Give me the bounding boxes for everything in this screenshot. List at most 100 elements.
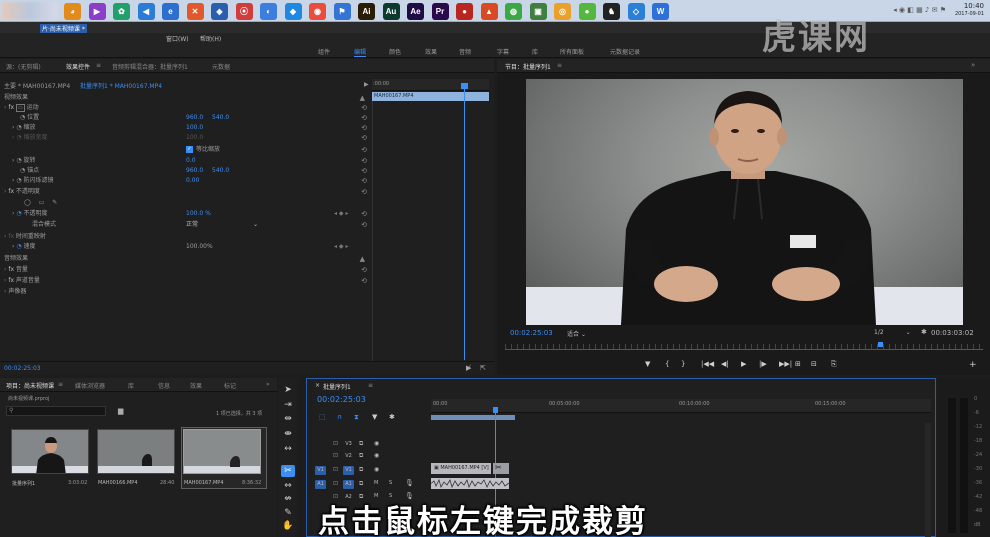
- taskbar-app-icon[interactable]: ◕: [64, 3, 81, 20]
- project-item-thumb[interactable]: [11, 429, 89, 474]
- slip-tool-icon[interactable]: ⇔: [281, 480, 295, 492]
- taskbar-app-icon[interactable]: Ae: [407, 3, 424, 20]
- taskbar-app-icon[interactable]: ◉: [309, 3, 326, 20]
- reset-icon[interactable]: ⟲: [361, 103, 367, 113]
- tab-sequence[interactable]: 批量序列1: [323, 382, 351, 391]
- timeline-settings-icon[interactable]: ✱: [389, 413, 395, 421]
- taskbar-app-icon[interactable]: ◀: [137, 3, 155, 20]
- taskbar-app-icon[interactable]: ●: [456, 3, 473, 20]
- tab-program-monitor[interactable]: 节目：批量序列1: [505, 62, 551, 71]
- workspace-libraries[interactable]: 库: [532, 47, 538, 56]
- export-icon[interactable]: ⇱: [480, 364, 486, 372]
- taskbar-app-icon[interactable]: ◇: [627, 3, 645, 20]
- mark-in-icon[interactable]: {: [665, 360, 669, 368]
- new-bin-icon[interactable]: ▆: [118, 407, 123, 415]
- rate-stretch-tool-icon[interactable]: ↔: [281, 443, 295, 455]
- reset-icon[interactable]: ⟲: [361, 220, 367, 230]
- workspace-audio[interactable]: 音频: [459, 47, 471, 56]
- taskbar-app-icon[interactable]: ◐: [260, 3, 277, 20]
- pen-mask-icon[interactable]: ✎: [52, 199, 57, 206]
- effect-timecode[interactable]: 00:02:25:03: [4, 365, 41, 372]
- rotation-row[interactable]: › ◔ 旋转 0.0 ⟲: [4, 156, 369, 166]
- lock-icon[interactable]: ⊡: [333, 480, 338, 487]
- sync-lock-icon[interactable]: ⧉: [359, 452, 363, 460]
- taskbar-app-icon[interactable]: ◈: [211, 3, 228, 20]
- taskbar-app-icon[interactable]: ⦿: [235, 3, 253, 20]
- timeline-scrollbar[interactable]: [925, 423, 931, 537]
- taskbar-app-icon[interactable]: ▲: [480, 3, 498, 20]
- track-header[interactable]: ⊡ V3 ⧉ ◉: [307, 439, 429, 450]
- video-clip-trimmed-area[interactable]: ✂: [493, 463, 509, 474]
- track-name[interactable]: V2: [343, 452, 354, 461]
- taskbar-app-icon[interactable]: ▶: [88, 3, 106, 20]
- program-playhead[interactable]: [878, 342, 883, 347]
- lock-icon[interactable]: ⊡: [333, 440, 338, 447]
- taskbar-app-icon[interactable]: ▣: [529, 3, 547, 20]
- taskbar-app-icon[interactable]: ◆: [284, 3, 302, 20]
- menu-help[interactable]: 帮助(H): [200, 34, 221, 43]
- blend-mode-row[interactable]: 混合模式 正常 ⌄ ⟲: [4, 220, 369, 230]
- track-header[interactable]: ⊡ V2 ⧉ ◉: [307, 451, 429, 462]
- play-clip-icon[interactable]: ▶: [364, 81, 369, 88]
- ellipse-mask-icon[interactable]: ◯: [24, 199, 31, 206]
- reset-icon[interactable]: ⟲: [361, 265, 367, 275]
- position-row[interactable]: ◔ 位置 960.0 540.0 ⟲: [4, 113, 369, 123]
- lock-icon[interactable]: ⊡: [333, 452, 338, 459]
- source-patch-v1[interactable]: V1: [315, 466, 326, 475]
- eye-icon[interactable]: ◉: [374, 452, 379, 459]
- effect-clip-bar[interactable]: MAH00167.MP4: [372, 92, 489, 101]
- opacity-group[interactable]: › fx 不透明度 ⟲: [4, 187, 369, 197]
- reset-icon[interactable]: ⟲: [361, 166, 367, 176]
- tab-audio-clip-mixer[interactable]: 音频剪辑混合器：批量序列1: [112, 62, 188, 71]
- ripple-edit-tool-icon[interactable]: ⇹: [281, 413, 295, 425]
- track-header[interactable]: A1 ⊡ A1 ⧉ M S 🎙︎: [307, 479, 429, 490]
- anchor-x-value[interactable]: 960.0: [186, 166, 203, 176]
- taskbar-app-icon[interactable]: Au: [382, 3, 400, 20]
- program-timecode[interactable]: 00:02:25:03: [510, 329, 553, 337]
- selection-tool-icon[interactable]: ➤: [281, 384, 295, 396]
- taskbar-app-icon[interactable]: ●: [578, 3, 596, 20]
- panel-expand-icon[interactable]: »: [266, 381, 270, 388]
- hand-tool-icon[interactable]: ✋: [281, 520, 295, 532]
- sequence-clip-label[interactable]: 批量序列1 * MAH00167.MP4: [80, 81, 162, 90]
- mute-button[interactable]: M: [374, 480, 378, 486]
- workspace-editing[interactable]: 编辑: [354, 47, 367, 57]
- solo-button[interactable]: S: [389, 480, 392, 486]
- taskbar-app-icon[interactable]: Ai: [358, 3, 375, 20]
- taskbar-app-icon[interactable]: ◎: [554, 3, 571, 20]
- project-item-thumb[interactable]: [97, 429, 175, 474]
- resolution-dropdown[interactable]: 1/2 ⌄: [874, 329, 911, 336]
- position-y-value[interactable]: 540.0: [212, 113, 229, 123]
- track-header[interactable]: V1 ⊡ V1 ⧉ ◉: [307, 465, 429, 476]
- add-marker-icon[interactable]: ▼: [645, 360, 650, 368]
- track-select-tool-icon[interactable]: ⇥: [281, 399, 295, 411]
- taskbar-app-icon[interactable]: ⚑: [333, 3, 351, 20]
- snap-icon[interactable]: ∩: [337, 413, 342, 421]
- reset-icon[interactable]: ⟲: [361, 156, 367, 166]
- sync-lock-icon[interactable]: ⧉: [359, 466, 363, 474]
- linked-selection-icon[interactable]: ⧗: [354, 413, 359, 422]
- speed-row[interactable]: › ◔ 速度 100.00% ◂ ◆ ▸: [4, 242, 369, 252]
- go-to-in-icon[interactable]: |◀◀: [701, 360, 714, 368]
- rectangle-mask-icon[interactable]: ▭: [39, 199, 45, 206]
- program-video-frame[interactable]: [526, 79, 963, 325]
- channel-volume-group[interactable]: › fx 声道音量 ⟲: [4, 276, 369, 286]
- workspace-assembly[interactable]: 组件: [318, 47, 330, 56]
- scale-row[interactable]: › ◔ 缩放 100.0 ⟲: [4, 123, 369, 133]
- video-clip[interactable]: ▣ MAH00167.MP4 [V]: [431, 463, 491, 474]
- effect-keyframe-area[interactable]: [372, 101, 489, 361]
- fit-dropdown[interactable]: 适合 ⌄: [567, 329, 586, 338]
- project-search-input[interactable]: ⚲: [6, 406, 106, 416]
- anchor-y-value[interactable]: 540.0: [212, 166, 229, 176]
- tab-source[interactable]: 源：(无剪辑): [6, 62, 41, 71]
- wrench-icon[interactable]: ✱: [921, 328, 927, 336]
- workspace-effects[interactable]: 效果: [425, 47, 437, 56]
- timeline-close-icon[interactable]: ×: [315, 382, 320, 389]
- uniform-scale-checkbox[interactable]: ✓: [186, 146, 193, 153]
- opacity-value[interactable]: 100.0 %: [186, 209, 211, 219]
- time-remap-group[interactable]: › fx 时间重映射: [4, 232, 369, 242]
- panel-expand-icon[interactable]: »: [971, 61, 975, 69]
- add-button-icon[interactable]: +: [969, 360, 977, 370]
- timeline-ruler[interactable]: 00:00 00:05:00:00 00:10:00:00 00:15:00:0…: [431, 399, 931, 413]
- panner-group[interactable]: › 声像器: [4, 287, 369, 297]
